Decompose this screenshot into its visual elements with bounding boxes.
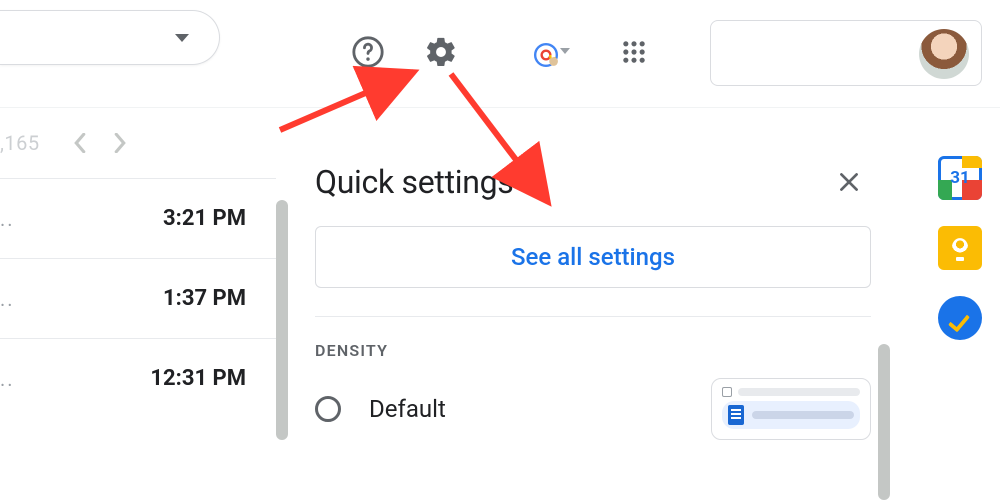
email-row[interactable]: .. 12:31 PM	[0, 338, 276, 418]
pagination-bar: ,165	[0, 108, 276, 178]
see-all-label: See all settings	[511, 243, 675, 271]
email-time: 1:37 PM	[163, 286, 246, 311]
close-icon	[836, 169, 862, 195]
top-bar	[0, 0, 1000, 108]
apps-grid-icon	[620, 38, 648, 66]
density-option-label: Default	[369, 395, 711, 423]
density-option-default[interactable]: Default	[293, 378, 893, 440]
radio-unchecked-icon[interactable]	[315, 396, 341, 422]
panel-title: Quick settings	[315, 163, 829, 201]
calendar-app-button[interactable]: 31	[938, 156, 982, 200]
help-button[interactable]	[348, 32, 388, 72]
chat-status-button[interactable]	[526, 35, 566, 75]
email-count: ,165	[0, 131, 40, 155]
chevron-right-icon	[113, 133, 127, 153]
density-preview	[711, 378, 871, 440]
email-row[interactable]: .. 3:21 PM	[0, 178, 276, 258]
see-all-settings-button[interactable]: See all settings	[315, 226, 871, 288]
quick-settings-panel: Quick settings See all settings DENSITY …	[293, 134, 893, 500]
scrollbar[interactable]	[276, 200, 288, 440]
next-page-button[interactable]	[100, 123, 140, 163]
avatar	[919, 29, 969, 79]
prev-page-button[interactable]	[60, 123, 100, 163]
email-preview-truncated: ..	[0, 367, 15, 391]
density-section-label: DENSITY	[293, 317, 893, 378]
help-icon	[351, 35, 385, 69]
chevron-down-icon	[175, 34, 189, 42]
calendar-day: 31	[950, 168, 970, 188]
side-panel: 31	[920, 130, 1000, 500]
email-preview-truncated: ..	[0, 287, 15, 311]
tasks-app-button[interactable]	[938, 296, 982, 340]
close-button[interactable]	[829, 162, 869, 202]
email-time: 12:31 PM	[150, 366, 246, 391]
email-preview-truncated: ..	[0, 207, 15, 231]
chevron-left-icon	[73, 133, 87, 153]
settings-button[interactable]	[421, 32, 461, 72]
panel-header: Quick settings	[293, 134, 893, 226]
gear-icon	[424, 35, 458, 69]
scrollbar[interactable]	[878, 344, 890, 500]
keep-app-button[interactable]	[938, 226, 982, 270]
email-row[interactable]: .. 1:37 PM	[0, 258, 276, 338]
email-list: ,165 .. 3:21 PM .. 1:37 PM .. 12:31 PM	[0, 108, 276, 500]
account-switcher[interactable]	[710, 20, 982, 86]
compose-dropdown[interactable]	[0, 10, 220, 65]
apps-button[interactable]	[614, 32, 654, 72]
chat-status-chevron-icon[interactable]	[560, 48, 570, 54]
email-time: 3:21 PM	[163, 206, 246, 231]
at-icon	[533, 42, 559, 68]
